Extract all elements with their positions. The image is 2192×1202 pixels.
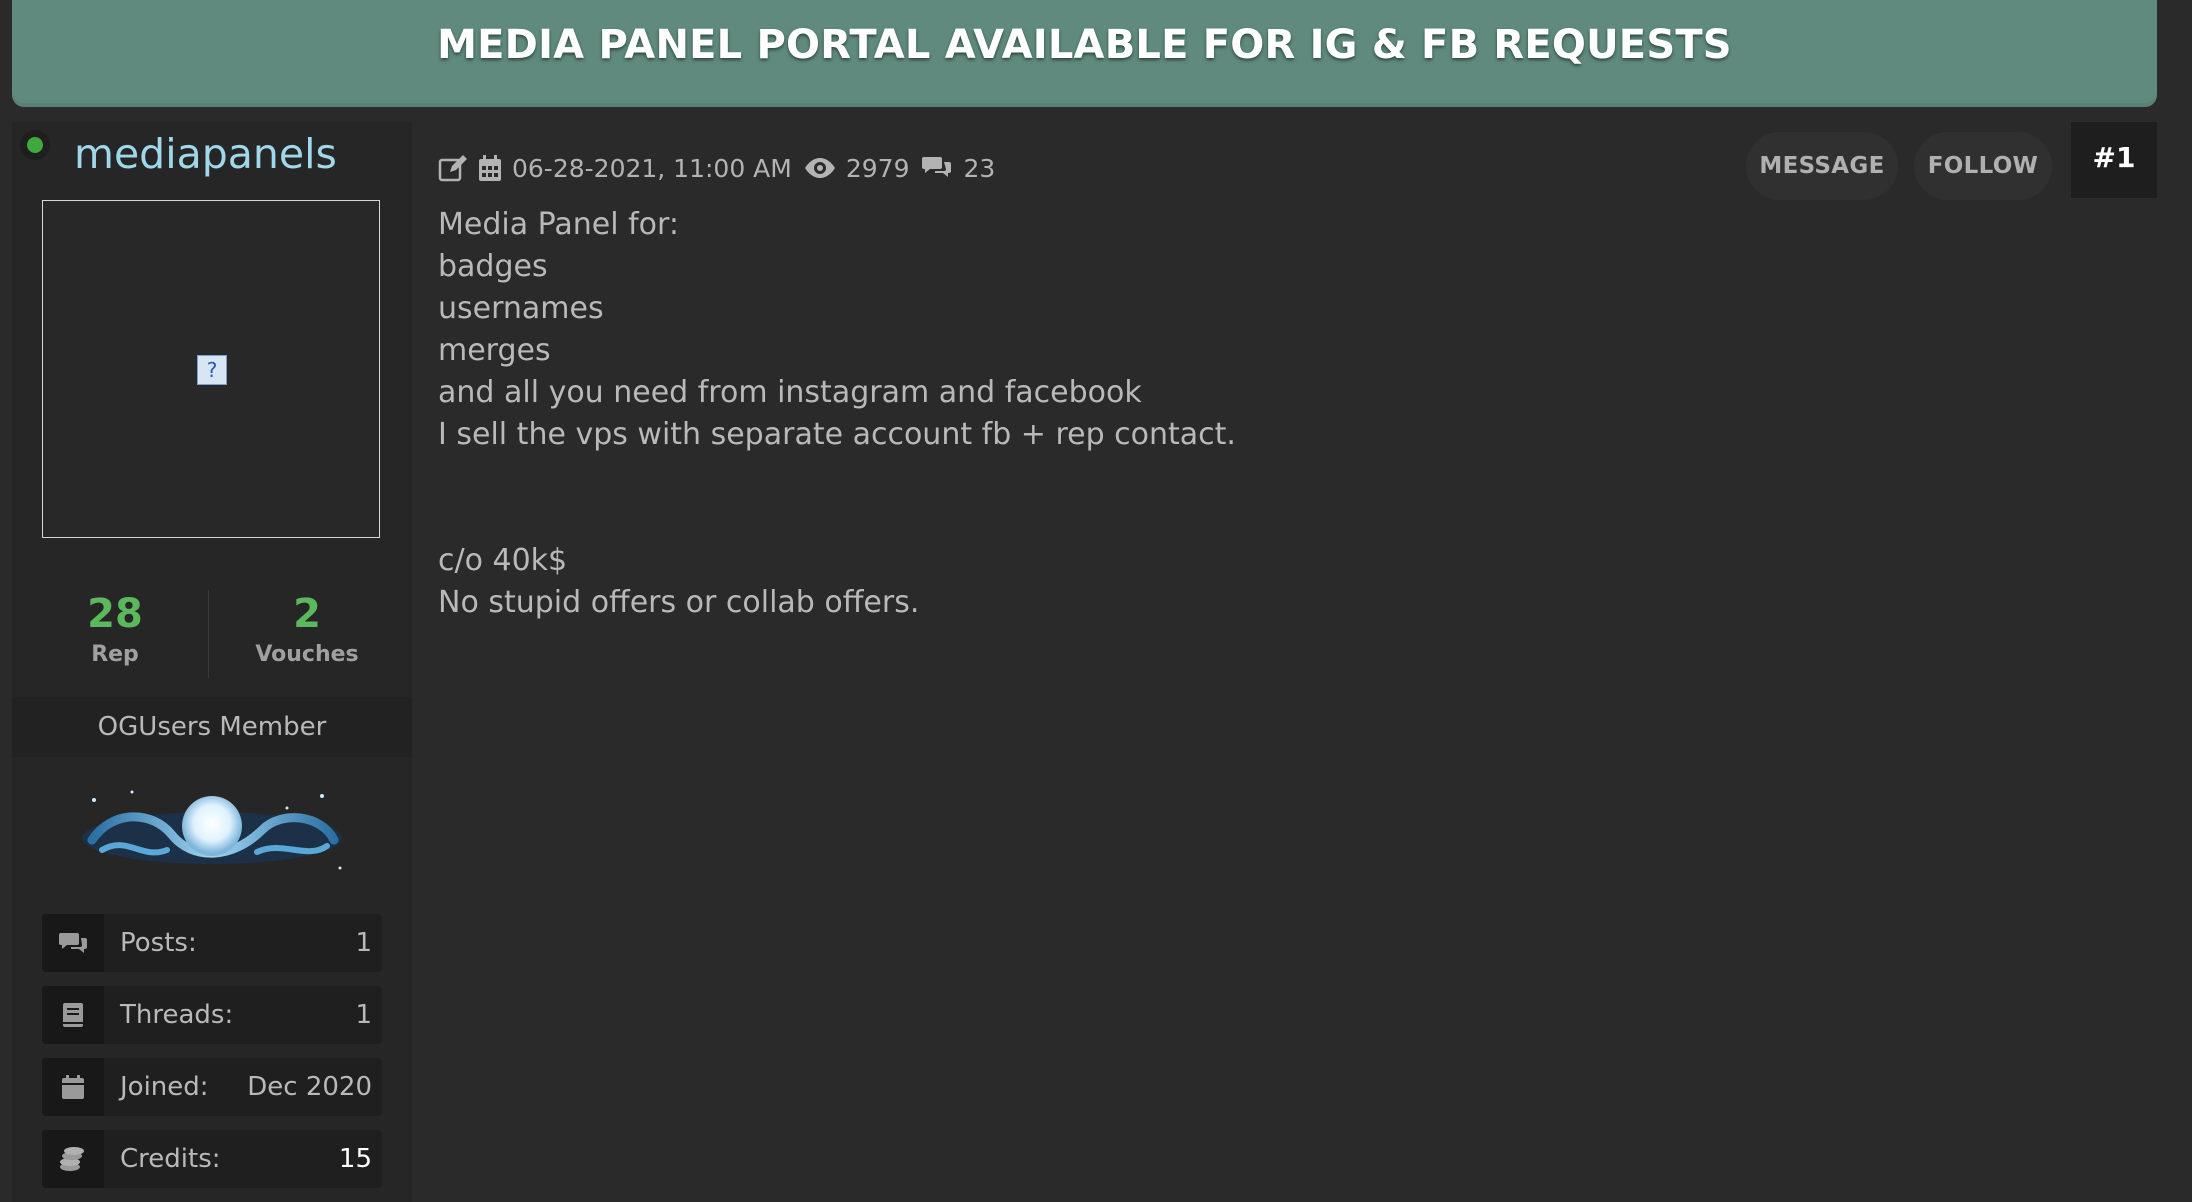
avatar[interactable]: ? [42, 200, 380, 538]
info-row-posts: Posts: 1 [42, 914, 382, 972]
post-line: merges [438, 333, 551, 368]
broken-image-icon: ? [197, 355, 227, 385]
post-line: badges [438, 249, 548, 284]
post-line [438, 498, 1236, 540]
comments-icon [921, 155, 953, 181]
user-group: OGUsers Member [12, 697, 412, 757]
posts-label: Posts: [120, 928, 197, 958]
comments-icon [42, 914, 104, 972]
post-number-link[interactable]: #1 [2071, 122, 2157, 198]
thread-title: MEDIA PANEL PORTAL AVAILABLE FOR IG & FB… [437, 22, 1732, 68]
author-sidebar: mediapanels ? 28 Rep 2 Vouches OGUsers M… [12, 122, 412, 1202]
post-container: 06-28-2021, 11:00 AM 2979 23 MESSAGE FOL… [412, 122, 2157, 1202]
vouches-label: Vouches [255, 642, 359, 667]
view-count: 2979 [845, 153, 910, 183]
vouches-stat[interactable]: 2 Vouches [212, 590, 402, 667]
post-date: 06-28-2021, 11:00 AM [512, 153, 792, 183]
credits-label: Credits: [120, 1144, 221, 1174]
book-icon [42, 986, 104, 1044]
post-body: Media Panel for: badges usernames merges… [438, 204, 1236, 624]
stat-divider [208, 590, 209, 678]
post-line: No stupid offers or collab offers. [438, 585, 920, 620]
threads-label: Threads: [120, 1000, 234, 1030]
info-row-threads: Threads: 1 [42, 986, 382, 1044]
credits-value: 15 [338, 1144, 372, 1174]
thread-title-banner: MEDIA PANEL PORTAL AVAILABLE FOR IG & FB… [12, 0, 2157, 107]
vouches-value: 2 [293, 591, 321, 637]
follow-button[interactable]: FOLLOW [1914, 132, 2052, 200]
eye-icon [804, 157, 836, 179]
posts-value: 1 [355, 928, 372, 958]
rep-value: 28 [87, 591, 143, 637]
online-status-icon [20, 130, 50, 160]
post-line [438, 456, 1236, 498]
info-row-joined: Joined: Dec 2020 [42, 1058, 382, 1116]
post-line: and all you need from instagram and face… [438, 375, 1142, 410]
award-badge-image [72, 780, 352, 880]
coins-icon [42, 1130, 104, 1188]
rep-stat[interactable]: 28 Rep [20, 590, 210, 667]
post-line: Media Panel for: [438, 207, 679, 242]
rep-label: Rep [91, 642, 139, 667]
message-button[interactable]: MESSAGE [1746, 132, 1898, 200]
calendar-icon [478, 154, 502, 182]
post-line: I sell the vps with separate account fb … [438, 417, 1236, 452]
reply-count: 23 [963, 153, 996, 183]
post-line: usernames [438, 291, 604, 326]
author-username[interactable]: mediapanels [74, 130, 337, 178]
threads-value: 1 [355, 1000, 372, 1030]
post-meta: 06-28-2021, 11:00 AM 2979 23 [438, 148, 995, 188]
post-line: c/o 40k$ [438, 543, 568, 578]
joined-value: Dec 2020 [247, 1072, 372, 1102]
edit-icon[interactable] [438, 154, 468, 182]
info-row-credits: Credits: 15 [42, 1130, 382, 1188]
joined-label: Joined: [120, 1072, 209, 1102]
calendar-icon [42, 1058, 104, 1116]
